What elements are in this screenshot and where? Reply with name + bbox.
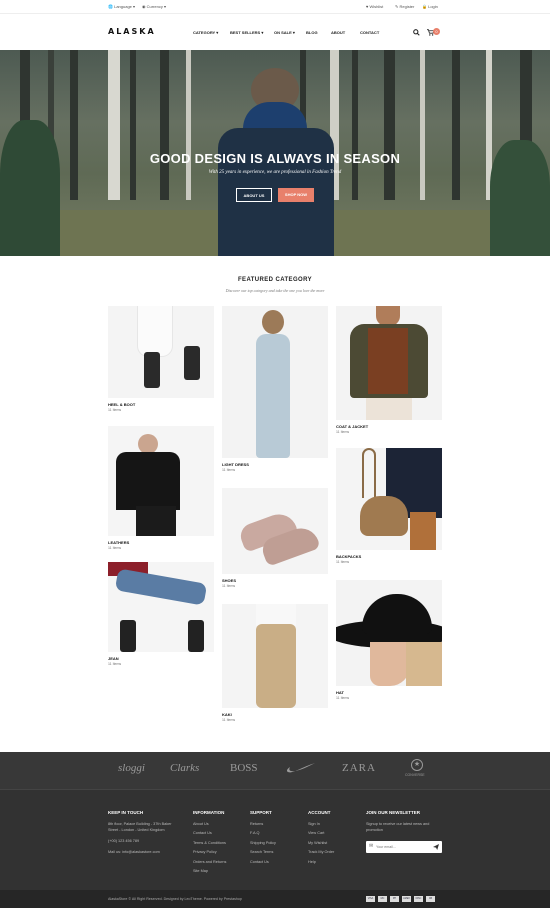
footer-link[interactable]: Terms & Conditions — [193, 841, 226, 845]
category-image[interactable] — [336, 306, 442, 420]
newsletter-form: ✉ — [366, 841, 442, 853]
category-image[interactable] — [336, 580, 442, 686]
send-icon[interactable] — [433, 844, 439, 850]
footer-link[interactable]: Shipping Policy — [250, 841, 276, 845]
menu-contact[interactable]: CONTACT — [360, 30, 379, 35]
category-count: 11 Items — [222, 468, 236, 472]
category-count: 11 Items — [108, 408, 122, 412]
footer-link[interactable]: Privacy Policy — [193, 850, 217, 854]
footer-link[interactable]: Contact Us — [193, 831, 212, 835]
information-title: INFORMATION — [193, 810, 225, 815]
newsletter-title: JOIN OUR NEWSLETTER — [366, 810, 421, 815]
category-name[interactable]: LEATHERS — [108, 540, 129, 545]
main-header: ALASKA CATEGORY ▾ BEST SELLERS ▾ ON SALE… — [0, 14, 550, 50]
footer-link[interactable]: Track My Order — [308, 850, 334, 854]
language-selector[interactable]: 🌐 Language ▾ — [108, 4, 135, 9]
address-line: Street - London - United Kingdom — [108, 828, 165, 832]
brand-logo[interactable]: sloggi — [118, 762, 145, 774]
wishlist-link[interactable]: ♥ Wishlist — [366, 4, 383, 9]
newsletter-text: promotion — [366, 828, 383, 832]
category-count: 11 Items — [108, 662, 122, 666]
phone-text: (+00) 123 456 789 — [108, 839, 140, 843]
category-image[interactable] — [108, 306, 214, 398]
category-name[interactable]: JEAN — [108, 656, 119, 661]
newsletter-email-input[interactable] — [376, 842, 428, 852]
category-image[interactable] — [222, 488, 328, 574]
brand-logo[interactable]: CONVERSE — [405, 773, 425, 777]
mail-text[interactable]: Mail us: info@alaskastore.com — [108, 850, 160, 854]
footer-link[interactable]: Returns — [250, 822, 263, 826]
discover-icon: DISC — [414, 896, 423, 902]
shop-now-button[interactable]: SHOP NOW — [278, 188, 314, 202]
address-line: 8th floor, Palace Building - 37th Baker — [108, 822, 172, 826]
category-name[interactable]: KAKI — [222, 712, 232, 717]
category-count: 11 Items — [336, 696, 350, 700]
cart-count-badge: 0 — [433, 28, 440, 35]
payment-icons: VISA MC PP AMEX DISC CB — [366, 896, 442, 902]
about-us-button[interactable]: ABOUT US — [236, 188, 272, 202]
category-count: 11 Items — [336, 560, 350, 564]
menu-on-sale[interactable]: ON SALE ▾ — [274, 30, 295, 35]
top-bar: 🌐 Language ▾ ◉ Currency ▾ ♥ Wishlist ✎ R… — [0, 0, 550, 14]
category-name[interactable]: BACKPACKS — [336, 554, 361, 559]
footer-link[interactable]: About Us — [193, 822, 209, 826]
menu-category[interactable]: CATEGORY ▾ — [193, 30, 218, 35]
copyright-text: AlaskaStore © All Right Reserved. Design… — [108, 897, 242, 901]
amex-icon: AMEX — [402, 896, 411, 902]
brand-logo[interactable]: Clarks — [170, 762, 199, 774]
support-title: SUPPORT — [250, 810, 272, 815]
category-count: 11 Items — [222, 584, 236, 588]
newsletter-text: Signup to receive our latest news and — [366, 822, 430, 826]
brand-strip — [0, 752, 550, 790]
category-image[interactable] — [222, 306, 328, 458]
category-count: 11 Items — [336, 430, 350, 434]
category-image[interactable] — [108, 426, 214, 536]
mastercard-icon: MC — [378, 896, 387, 902]
category-image[interactable] — [336, 448, 442, 550]
brand-logo[interactable]: BOSS — [230, 762, 258, 774]
nike-swoosh-icon[interactable] — [286, 762, 316, 774]
footer-link[interactable]: Sign In — [308, 822, 320, 826]
card-icon: CB — [426, 896, 435, 902]
hero-subtitle: With 25 years in experience, we are prof… — [208, 170, 342, 175]
featured-title: FEATURED CATEGORY — [237, 277, 313, 283]
footer-link[interactable]: F.A.Q — [250, 831, 260, 835]
footer-link[interactable]: View Cart — [308, 831, 324, 835]
footer-link[interactable]: Site Map — [193, 869, 208, 873]
category-name[interactable]: COAT & JACKET — [336, 424, 368, 429]
menu-about[interactable]: ABOUT — [331, 30, 345, 35]
footer-link[interactable]: Search Terms — [250, 850, 273, 854]
category-name[interactable]: HEEL & BOOT — [108, 402, 135, 407]
hero-banner: GOOD DESIGN IS ALWAYS IN SEASON With 25 … — [0, 50, 550, 256]
category-image[interactable] — [108, 562, 214, 652]
footer-link[interactable]: My Wishlist — [308, 841, 327, 845]
category-name[interactable]: LIGHT DRESS — [222, 462, 249, 467]
paypal-icon: PP — [390, 896, 399, 902]
menu-best-sellers[interactable]: BEST SELLERS ▾ — [230, 30, 263, 35]
category-count: 11 Items — [108, 546, 122, 550]
visa-icon: VISA — [366, 896, 375, 902]
hero-title: GOOD DESIGN IS ALWAYS IN SEASON — [149, 151, 401, 166]
footer-link[interactable]: Help — [308, 860, 316, 864]
category-count: 11 Items — [222, 718, 236, 722]
mail-icon: ✉ — [369, 843, 374, 849]
featured-subtitle: Discover our top category and take the o… — [225, 288, 325, 293]
category-image[interactable] — [222, 604, 328, 708]
login-link[interactable]: 🔒 Login — [422, 4, 438, 9]
currency-selector[interactable]: ◉ Currency ▾ — [142, 4, 166, 9]
footer-bottom-bar — [0, 890, 550, 908]
register-link[interactable]: ✎ Register — [395, 4, 414, 9]
footer-link[interactable]: Orders and Returns — [193, 860, 226, 864]
footer-link[interactable]: Contact Us — [250, 860, 269, 864]
brand-logo[interactable]: ZARA — [342, 762, 376, 774]
site-logo[interactable]: ALASKA — [108, 27, 156, 36]
category-name[interactable]: HAT — [336, 690, 344, 695]
menu-blog[interactable]: BLOG — [306, 30, 318, 35]
keep-in-touch-title: KEEP IN TOUCH — [108, 810, 144, 815]
account-title: ACCOUNT — [308, 810, 331, 815]
category-name[interactable]: SHOES — [222, 578, 236, 583]
converse-star-icon[interactable]: ★ — [411, 759, 423, 771]
search-icon[interactable] — [413, 29, 420, 36]
